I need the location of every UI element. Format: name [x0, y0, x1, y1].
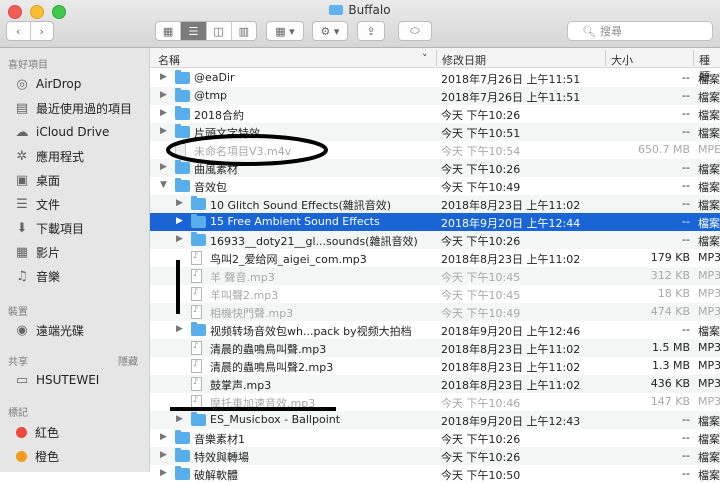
- sidebar-shared-hide[interactable]: 隱藏: [118, 353, 138, 368]
- annotation-overlay: [166, 134, 336, 411]
- action-button[interactable]: ⚙ ▾: [312, 21, 348, 41]
- music-icon: ♫: [16, 268, 28, 284]
- sidebar-item-label: iCloud Drive: [36, 125, 110, 139]
- annotation-circle: [166, 134, 328, 166]
- search-icon: 🔍︎: [582, 24, 596, 38]
- icon-view-button[interactable]: ▦: [156, 22, 182, 40]
- sidebar-shared-header: 共享: [8, 357, 28, 368]
- list-view-icon: ☰: [188, 24, 199, 38]
- sidebar-item-hsutewei[interactable]: ▭ HSUTEWEI: [14, 370, 99, 390]
- sidebar-item-applications[interactable]: ✲ 應用程式: [14, 146, 84, 166]
- downloads-icon: ⬇︎: [16, 220, 28, 236]
- search-placeholder: 搜尋: [599, 25, 622, 38]
- sidebar-devices-header: 裝置: [8, 307, 28, 318]
- arrange-button[interactable]: ▦ ▾: [266, 21, 304, 41]
- cover-flow-icon: ▥: [238, 24, 250, 38]
- view-mode-group: ▦ ☰ ◫ ▥: [155, 21, 257, 41]
- sidebar-item-remote-disc[interactable]: ◉ 遠端光碟: [14, 320, 84, 340]
- back-forward-group: ‹ ›: [6, 21, 54, 41]
- computer-icon: ▭: [15, 372, 29, 388]
- recents-icon: ▤: [15, 100, 29, 116]
- search-field[interactable]: 🔍︎ 搜尋: [567, 21, 713, 41]
- chevron-right-icon: ›: [39, 24, 44, 38]
- sidebar-item-desktop[interactable]: ▣ 桌面: [14, 170, 60, 190]
- sidebar-item-label: 橙色: [35, 449, 60, 464]
- sidebar-tags-header: 標記: [8, 408, 28, 419]
- share-icon: ⇪: [366, 24, 376, 38]
- sidebar-item-recents[interactable]: ▤ 最近使用過的項目: [14, 98, 132, 118]
- column-view-icon: ◫: [213, 24, 224, 38]
- list-view-button[interactable]: ☰: [181, 22, 207, 40]
- applications-icon: ✲: [16, 148, 28, 164]
- sidebar: 喜好項目 ◎ AirDrop ▤ 最近使用過的項目 ☁︎ iCloud Drive ✲…: [0, 48, 150, 472]
- forward-button[interactable]: ›: [31, 22, 54, 40]
- sidebar-item-tag-red[interactable]: 紅色: [14, 422, 59, 442]
- cover-flow-button[interactable]: ▥: [232, 22, 256, 40]
- window-title-text: Buffalo: [348, 3, 391, 17]
- movies-icon: ▦: [15, 244, 29, 260]
- orange-tag-icon: [16, 450, 27, 462]
- sidebar-item-label: HSUTEWEI: [36, 373, 100, 387]
- sidebar-item-tag-orange[interactable]: 橙色: [14, 446, 59, 466]
- chevron-left-icon: ‹: [16, 24, 21, 38]
- sidebar-item-airdrop[interactable]: ◎ AirDrop: [14, 74, 81, 94]
- sidebar-item-label: 音樂: [36, 269, 61, 284]
- sidebar-item-label: 最近使用過的項目: [36, 101, 133, 116]
- sidebar-item-music[interactable]: ♫ 音樂: [14, 266, 60, 286]
- sidebar-item-label: 文件: [36, 197, 61, 212]
- red-tag-icon: [16, 426, 27, 438]
- sidebar-item-label: 紅色: [35, 425, 60, 440]
- folder-icon: [329, 5, 344, 15]
- gear-icon: ⚙ ▾: [320, 24, 340, 38]
- sidebar-item-documents[interactable]: ☰ 文件: [14, 194, 60, 214]
- sidebar-item-movies[interactable]: ▦ 影片: [14, 242, 60, 262]
- back-button[interactable]: ‹: [7, 22, 31, 40]
- icon-view-icon: ▦: [162, 24, 174, 38]
- disc-icon: ◉: [16, 322, 28, 338]
- sidebar-item-label: AirDrop: [36, 77, 82, 91]
- airdrop-icon: ◎: [16, 76, 28, 92]
- documents-icon: ☰: [16, 196, 28, 212]
- desktop-icon: ▣: [15, 172, 29, 188]
- tag-icon: ⬭: [410, 24, 420, 37]
- cloud-icon: ☁︎: [15, 124, 29, 140]
- sidebar-item-icloud[interactable]: ☁︎ iCloud Drive: [14, 122, 110, 142]
- tags-button[interactable]: ⬭: [398, 21, 432, 41]
- sidebar-item-label: 遠端光碟: [36, 323, 85, 338]
- arrange-icon: ▦ ▾: [275, 24, 295, 38]
- file-list: 名稱 ˅ 修改日期 大小 種類 ▶ @eaDir 2018年7月26日 上午11:5…: [150, 48, 720, 482]
- window-titlebar: Buffalo ‹ › ▦ ☰ ◫ ▥ ▦ ▾ ⚙ ▾ ⇪ ⬭ 🔍︎ 搜尋: [0, 0, 720, 48]
- window-title: Buffalo: [0, 3, 720, 17]
- sidebar-item-label: 應用程式: [36, 149, 85, 164]
- sidebar-item-label: 影片: [36, 245, 61, 260]
- sidebar-item-label: 桌面: [36, 173, 61, 188]
- share-button[interactable]: ⇪: [357, 21, 385, 41]
- column-view-button[interactable]: ◫: [207, 22, 232, 40]
- sidebar-item-label: 下載項目: [36, 221, 85, 236]
- sidebar-favorites-header: 喜好項目: [8, 60, 48, 71]
- sidebar-item-downloads[interactable]: ⬇︎ 下載項目: [14, 218, 84, 238]
